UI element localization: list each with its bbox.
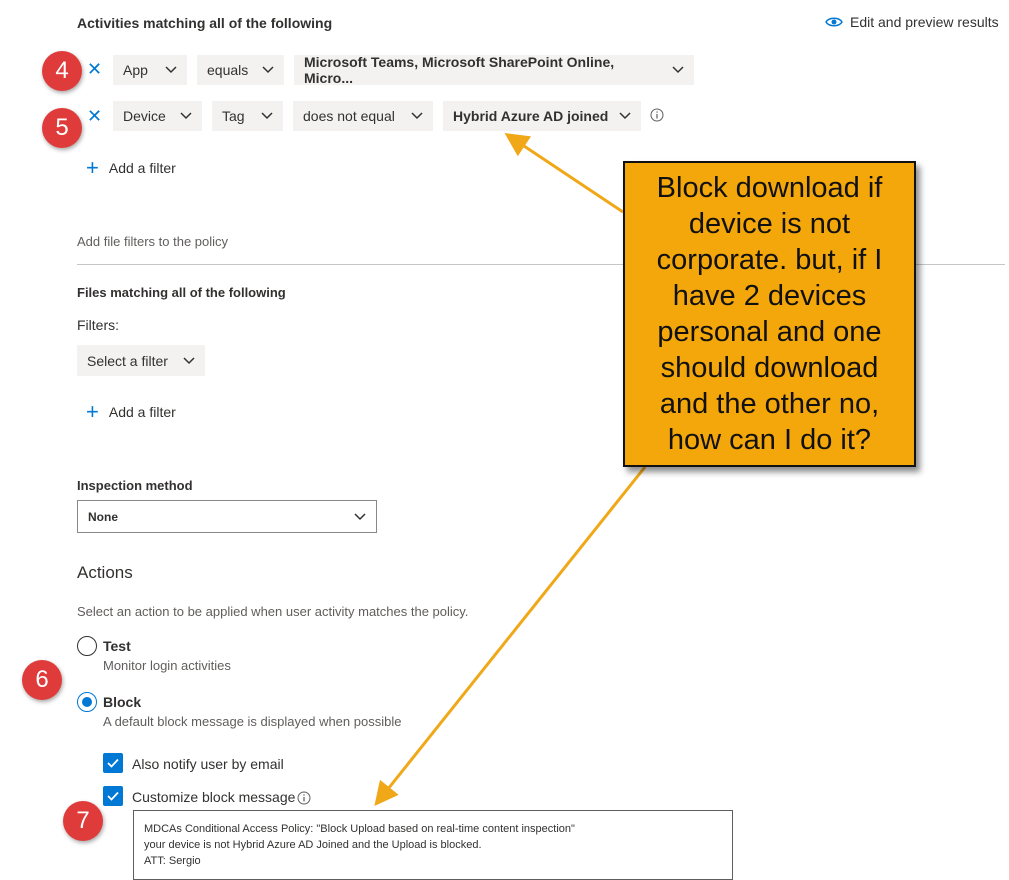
arrow-to-device-filter: [504, 133, 624, 214]
arrow-to-block-message: [374, 466, 647, 807]
annotation-callout: Block download if device is not corporat…: [623, 161, 916, 467]
